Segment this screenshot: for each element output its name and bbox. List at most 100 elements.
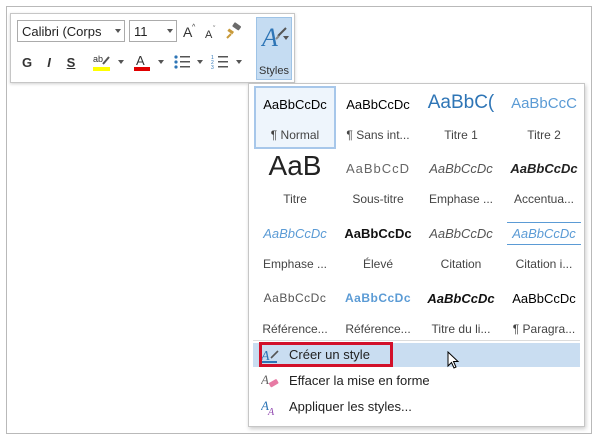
style-reference-pale[interactable]: AaBbCcDc Référence... (254, 282, 336, 345)
style-preview: AaBbCcDc (344, 226, 412, 241)
mouse-cursor-icon (447, 351, 460, 369)
style-preview: AaBbCcC (511, 95, 577, 112)
style-label: ¶ Normal (270, 128, 320, 142)
styles-label: Styles (259, 65, 289, 77)
style-preview: AaBbCcDc (263, 97, 327, 112)
style-titre[interactable]: AaB Titre (254, 152, 336, 215)
svg-text:A: A (136, 53, 145, 68)
underline-button[interactable]: S (63, 52, 79, 72)
highlight-dropdown-icon[interactable] (118, 60, 124, 64)
style-preview: AaBbCcDc (429, 161, 493, 176)
style-eleve[interactable]: AaBbCcDc Élevé (337, 217, 419, 280)
styles-button[interactable]: A Styles (256, 17, 292, 80)
style-emphase-intense[interactable]: AaBbCcDc Emphase ... (254, 217, 336, 280)
style-label: Citation (440, 257, 482, 271)
style-titre-2[interactable]: AaBbCcC Titre 2 (503, 88, 585, 151)
apply-styles-icon: A A (261, 398, 275, 416)
style-accentuation[interactable]: AaBbCcDc Accentua... (503, 152, 585, 215)
style-preview: AaBbCcDc (346, 97, 410, 112)
clear-formatting-label: Effacer la mise en forme (289, 373, 430, 388)
font-name-dropdown-icon[interactable] (115, 29, 121, 33)
svg-text:A: A (261, 372, 269, 387)
bold-button[interactable]: G (19, 52, 35, 72)
format-painter-icon (226, 22, 242, 39)
font-size-dropdown-icon[interactable] (167, 29, 173, 33)
grow-font-icon: A ^ (183, 24, 196, 39)
style-preview: AaBbCcD (345, 161, 411, 176)
numbered-list-icon: 1 2 3 (211, 55, 228, 71)
bullets-dropdown-icon[interactable] (197, 60, 203, 64)
style-preview: AaBbCcDc (510, 161, 578, 176)
style-preview: AaBbC( (427, 92, 495, 113)
style-citation-intense[interactable]: AaBbCcDc Citation i... (503, 217, 585, 280)
mini-toolbar: Calibri (Corps 11 A ^ A ˇ A Styles G I S… (10, 13, 295, 83)
svg-text:ˇ: ˇ (213, 26, 216, 33)
style-label: Emphase ... (262, 257, 328, 271)
apply-styles-menu-item[interactable]: A A Appliquer les styles... (253, 395, 580, 419)
font-name-combobox[interactable]: Calibri (Corps (17, 20, 125, 42)
style-preview: AaBbCcDc (512, 291, 576, 306)
style-label: Citation i... (515, 257, 573, 271)
style-label: Référence... (262, 322, 328, 336)
style-titre-1[interactable]: AaBbC( Titre 1 (420, 88, 502, 151)
style-emphase-pale[interactable]: AaBbCcDc Emphase ... (420, 152, 502, 215)
italic-button[interactable]: I (41, 52, 57, 72)
style-label: Titre 2 (527, 128, 561, 142)
style-reference-intense[interactable]: AaBbCcDc Référence... (337, 282, 419, 345)
svg-text:A: A (205, 29, 213, 40)
numbering-button[interactable]: 1 2 3 (209, 51, 231, 73)
highlight-button[interactable]: ab (89, 51, 115, 73)
style-label: ¶ Sans int... (346, 128, 410, 142)
style-label: ¶ Paragra... (512, 322, 576, 336)
bullets-button[interactable] (171, 51, 193, 73)
style-sous-titre[interactable]: AaBbCcD Sous-titre (337, 152, 419, 215)
style-preview: AaBbCcDc (263, 226, 327, 241)
style-titre-du-livre[interactable]: AaBbCcDc Titre du li... (420, 282, 502, 345)
grow-font-button[interactable]: A ^ (181, 21, 199, 41)
shrink-font-icon: A ˇ (205, 26, 216, 40)
style-label: Emphase ... (428, 192, 494, 206)
font-size-value: 11 (134, 23, 148, 39)
shrink-font-button[interactable]: A ˇ (203, 22, 219, 42)
style-label: Titre (283, 192, 307, 206)
svg-text:A: A (267, 407, 275, 416)
style-sans-interligne[interactable]: AaBbCcDc ¶ Sans int... (337, 88, 419, 151)
apply-styles-label: Appliquer les styles... (289, 399, 412, 414)
svg-text:3: 3 (211, 65, 214, 71)
bottom-rule (507, 244, 581, 245)
font-color-icon: A (134, 53, 150, 71)
highlighter-icon: ab (93, 54, 110, 71)
styles-dropdown-icon (283, 36, 289, 40)
style-preview: AaB (268, 152, 322, 181)
svg-text:A: A (261, 23, 278, 52)
font-size-combobox[interactable]: 11 (129, 20, 177, 42)
styles-gallery: AaBbCcDc ¶ Normal AaBbCcDc ¶ Sans int...… (248, 83, 585, 427)
style-citation[interactable]: AaBbCcDc Citation (420, 217, 502, 280)
annotation-highlight-box (259, 342, 393, 367)
style-preview: AaBbCcDc (344, 291, 411, 305)
svg-text:^: ^ (192, 24, 196, 31)
font-color-button[interactable]: A (131, 51, 153, 73)
style-normal[interactable]: AaBbCcDc ¶ Normal (254, 86, 336, 149)
style-label: Élevé (362, 257, 394, 271)
style-preview: AaBbCcDc (427, 291, 495, 306)
top-rule (507, 222, 581, 223)
style-paragraphe[interactable]: AaBbCcDc ¶ Paragra... (503, 282, 585, 345)
bullet-list-icon (174, 55, 190, 69)
style-label: Accentua... (513, 192, 575, 206)
font-color-dropdown-icon[interactable] (158, 60, 164, 64)
numbering-dropdown-icon[interactable] (236, 60, 242, 64)
menu-separator (253, 340, 580, 341)
clear-formatting-menu-item[interactable]: A Effacer la mise en forme (253, 369, 580, 393)
svg-text:ab: ab (93, 54, 103, 64)
style-preview: AaBbCcDc (512, 226, 576, 241)
font-name-value: Calibri (Corps (22, 23, 102, 39)
style-preview: AaBbCcDc (263, 291, 327, 305)
style-label: Titre du li... (431, 322, 491, 336)
style-label: Sous-titre (352, 192, 404, 206)
style-label: Titre 1 (444, 128, 478, 142)
format-painter-button[interactable] (223, 20, 245, 42)
style-label: Référence... (345, 322, 411, 336)
style-preview: AaBbCcDc (429, 226, 493, 241)
eraser-icon: A (261, 372, 279, 388)
